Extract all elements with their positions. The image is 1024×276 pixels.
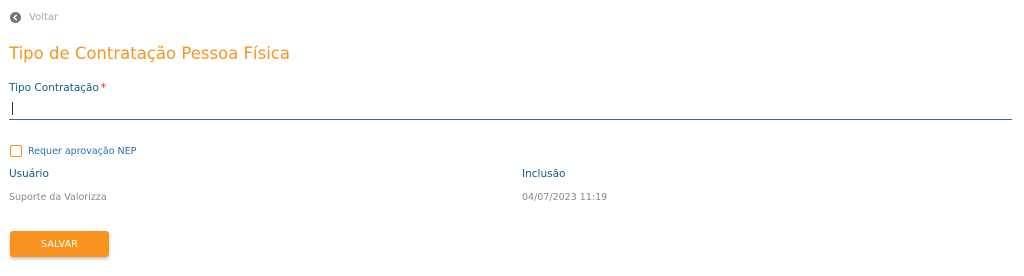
requer-aprovacao-checkbox[interactable]: Requer aprovação NEP [10, 145, 136, 157]
checkbox-box[interactable] [10, 145, 22, 157]
requer-aprovacao-label[interactable]: Requer aprovação NEP [28, 146, 136, 157]
tipo-contratacao-label: Tipo Contratação * [9, 82, 106, 94]
back-link[interactable]: Voltar [10, 12, 58, 23]
text-cursor [12, 102, 13, 115]
tipo-contratacao-label-text: Tipo Contratação [9, 82, 99, 94]
page-title: Tipo de Contratação Pessoa Física [9, 44, 290, 63]
inclusao-header: Inclusão [522, 168, 566, 180]
arrow-left-circle-icon[interactable] [10, 12, 21, 23]
usuario-header: Usuário [9, 168, 49, 180]
required-marker: * [100, 82, 107, 94]
tipo-contratacao-input[interactable] [9, 98, 1012, 120]
save-button[interactable]: SALVAR [10, 231, 109, 257]
back-label[interactable]: Voltar [29, 12, 58, 23]
page: Voltar Tipo de Contratação Pessoa Física… [0, 0, 1024, 276]
usuario-value: Suporte da Valorizza [9, 192, 107, 203]
inclusao-value: 04/07/2023 11:19 [522, 192, 608, 203]
